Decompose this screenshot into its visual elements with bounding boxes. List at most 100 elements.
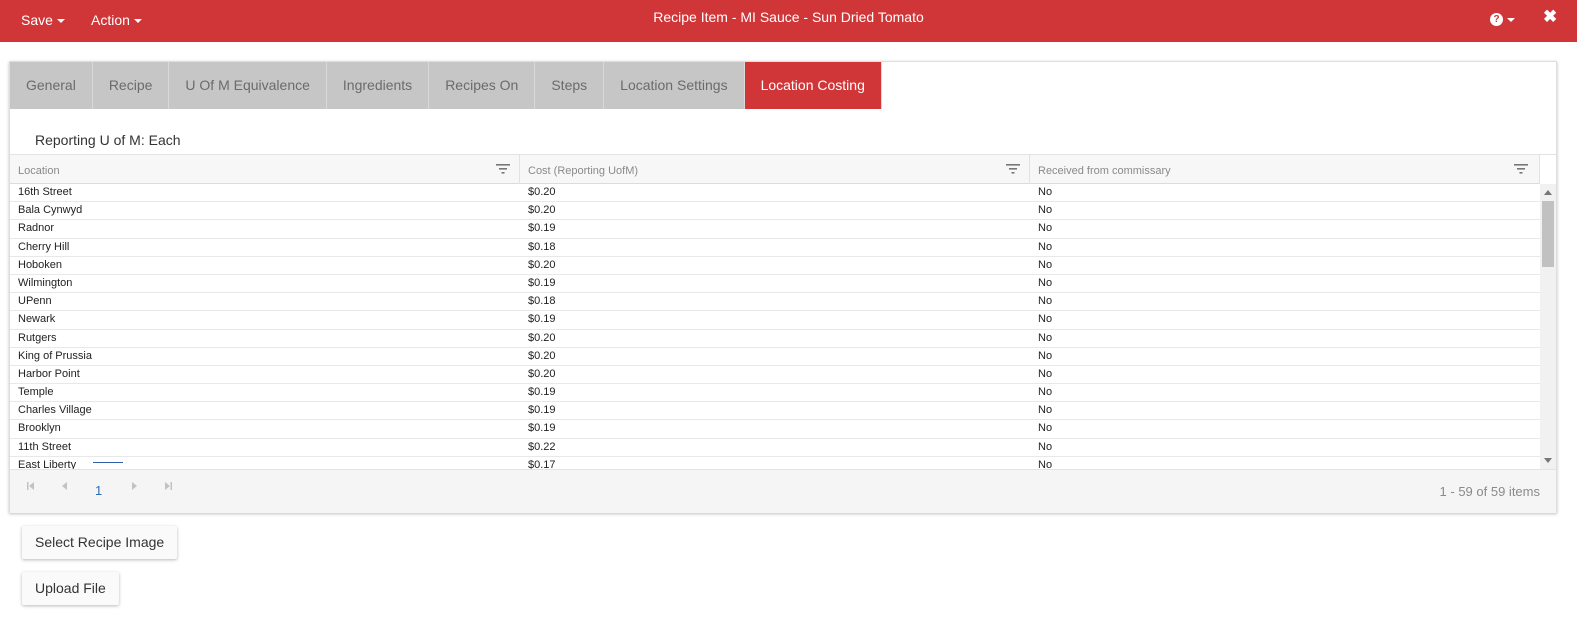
- table-row[interactable]: Brooklyn $0.19 No: [10, 420, 1540, 439]
- help-icon: ?: [1490, 13, 1503, 27]
- received-cell: No: [1038, 458, 1053, 469]
- location-cell: 16th Street: [18, 186, 72, 198]
- cost-cell: $0.17: [528, 458, 556, 469]
- first-page-icon[interactable]: [26, 481, 36, 491]
- reporting-uom-label: Reporting U of M: Each: [35, 132, 181, 148]
- location-cell: King of Prussia: [18, 349, 92, 362]
- cost-cell: $0.19: [528, 422, 556, 435]
- table-row[interactable]: Radnor $0.19 No: [10, 220, 1540, 239]
- column-header-label: Location: [18, 165, 60, 177]
- recipe-item-panel: General Recipe U Of M Equivalence Ingred…: [9, 61, 1557, 513]
- grid-scrollbar[interactable]: [1540, 184, 1556, 469]
- pager-info: 1 - 59 of 59 items: [1439, 484, 1540, 499]
- table-row[interactable]: 11th Street $0.22 No: [10, 439, 1540, 457]
- table-row[interactable]: King of Prussia $0.20 No: [10, 348, 1540, 366]
- table-row[interactable]: Charles Village $0.19 No: [10, 402, 1540, 421]
- location-cell: Newark: [18, 313, 56, 326]
- upload-file-button[interactable]: Upload File: [22, 572, 119, 605]
- grid-pager: 1 1 - 59 of 59 items: [10, 469, 1556, 513]
- location-cell: Brooklyn: [18, 422, 61, 435]
- table-row[interactable]: Harbor Point $0.20 No: [10, 366, 1540, 385]
- help-menu-button[interactable]: ?: [1490, 11, 1515, 29]
- tab-ingredients[interactable]: Ingredients: [326, 62, 430, 109]
- received-cell: No: [1038, 349, 1053, 362]
- scroll-thumb[interactable]: [1542, 201, 1554, 267]
- tab-label: Location Costing: [760, 77, 865, 93]
- current-page-number[interactable]: 1: [95, 483, 102, 498]
- tab-general[interactable]: General: [10, 62, 93, 109]
- filter-icon[interactable]: [496, 163, 510, 175]
- tab-strip: General Recipe U Of M Equivalence Ingred…: [10, 62, 882, 109]
- location-cell: Temple: [18, 386, 54, 399]
- location-cell: Wilmington: [18, 276, 73, 289]
- location-cell: East Liberty: [18, 458, 77, 469]
- table-row[interactable]: UPenn $0.18 No: [10, 293, 1540, 312]
- cost-cell: $0.18: [528, 295, 556, 308]
- location-cell: UPenn: [18, 295, 52, 308]
- received-cell: No: [1038, 331, 1053, 344]
- cost-cell: $0.19: [528, 313, 556, 326]
- grid-header: Location Cost (Reporting UofM) Received …: [10, 155, 1540, 184]
- table-row[interactable]: Cherry Hill $0.18 No: [10, 239, 1540, 257]
- column-header-cost[interactable]: Cost (Reporting UofM): [520, 155, 1030, 184]
- column-header-location[interactable]: Location: [10, 155, 520, 184]
- tab-uofm-equivalence[interactable]: U Of M Equivalence: [169, 62, 327, 109]
- table-row[interactable]: Rutgers $0.20 No: [10, 330, 1540, 348]
- cost-cell: $0.18: [528, 240, 556, 253]
- received-cell: No: [1038, 295, 1053, 308]
- tab-label: Location Settings: [620, 77, 728, 93]
- tab-location-costing[interactable]: Location Costing: [744, 62, 882, 109]
- location-costing-grid: Location Cost (Reporting UofM) Received …: [10, 154, 1556, 513]
- window-title: Recipe Item - MI Sauce - Sun Dried Tomat…: [653, 9, 924, 25]
- scroll-up-icon[interactable]: [1544, 190, 1552, 195]
- received-cell: No: [1038, 186, 1053, 198]
- tab-label: General: [26, 77, 76, 93]
- top-bar: Save Action Recipe Item - MI Sauce - Sun…: [0, 0, 1577, 42]
- location-cell: Hoboken: [18, 258, 63, 271]
- location-cell: Cherry Hill: [18, 240, 70, 253]
- received-cell: No: [1038, 313, 1053, 326]
- cost-cell: $0.19: [528, 386, 556, 399]
- table-row[interactable]: 16th Street $0.20 No: [10, 184, 1540, 203]
- received-cell: No: [1038, 240, 1053, 253]
- location-cell: Rutgers: [18, 331, 57, 344]
- table-row[interactable]: Temple $0.19 No: [10, 384, 1540, 403]
- received-cell: No: [1038, 258, 1053, 271]
- filter-icon[interactable]: [1006, 163, 1020, 175]
- tab-label: Steps: [551, 77, 588, 93]
- tab-steps[interactable]: Steps: [535, 62, 605, 109]
- filter-icon[interactable]: [1514, 163, 1528, 175]
- column-header-received[interactable]: Received from commissary: [1030, 155, 1540, 184]
- next-page-icon[interactable]: [129, 481, 139, 491]
- received-cell: No: [1038, 204, 1053, 217]
- select-recipe-image-button[interactable]: Select Recipe Image: [22, 526, 178, 559]
- received-cell: No: [1038, 422, 1053, 435]
- location-cell: Charles Village: [18, 404, 92, 417]
- cost-cell: $0.20: [528, 258, 556, 271]
- table-row[interactable]: Newark $0.19 No: [10, 311, 1540, 330]
- tab-location-settings[interactable]: Location Settings: [604, 62, 745, 109]
- cost-cell: $0.19: [528, 222, 556, 235]
- cost-cell: $0.20: [528, 204, 556, 217]
- caret-down-icon: [1507, 17, 1515, 22]
- scroll-down-icon[interactable]: [1544, 458, 1552, 463]
- grid-body: 16th Street $0.20 No Bala Cynwyd $0.20 No Ra…: [10, 184, 1540, 469]
- tab-recipe[interactable]: Recipe: [92, 62, 170, 109]
- table-row[interactable]: Wilmington $0.19 No: [10, 275, 1540, 294]
- received-cell: No: [1038, 222, 1053, 235]
- location-cell: Bala Cynwyd: [18, 204, 83, 217]
- cost-cell: $0.19: [528, 404, 556, 417]
- location-cell: Harbor Point: [18, 367, 80, 380]
- last-page-icon[interactable]: [163, 481, 173, 491]
- tab-label: U Of M Equivalence: [185, 77, 310, 93]
- close-icon[interactable]: ✖: [1543, 7, 1557, 27]
- column-header-label: Cost (Reporting UofM): [528, 165, 639, 177]
- table-row[interactable]: East Liberty $0.17 No: [10, 457, 1540, 469]
- column-header-label: Received from commissary: [1038, 165, 1171, 177]
- table-row[interactable]: Bala Cynwyd $0.20 No: [10, 202, 1540, 221]
- table-row[interactable]: Hoboken $0.20 No: [10, 257, 1540, 275]
- tab-recipes-on[interactable]: Recipes On: [429, 62, 536, 109]
- prev-page-icon[interactable]: [60, 481, 70, 491]
- tab-label: Recipes On: [445, 77, 519, 93]
- cost-cell: $0.19: [528, 276, 556, 289]
